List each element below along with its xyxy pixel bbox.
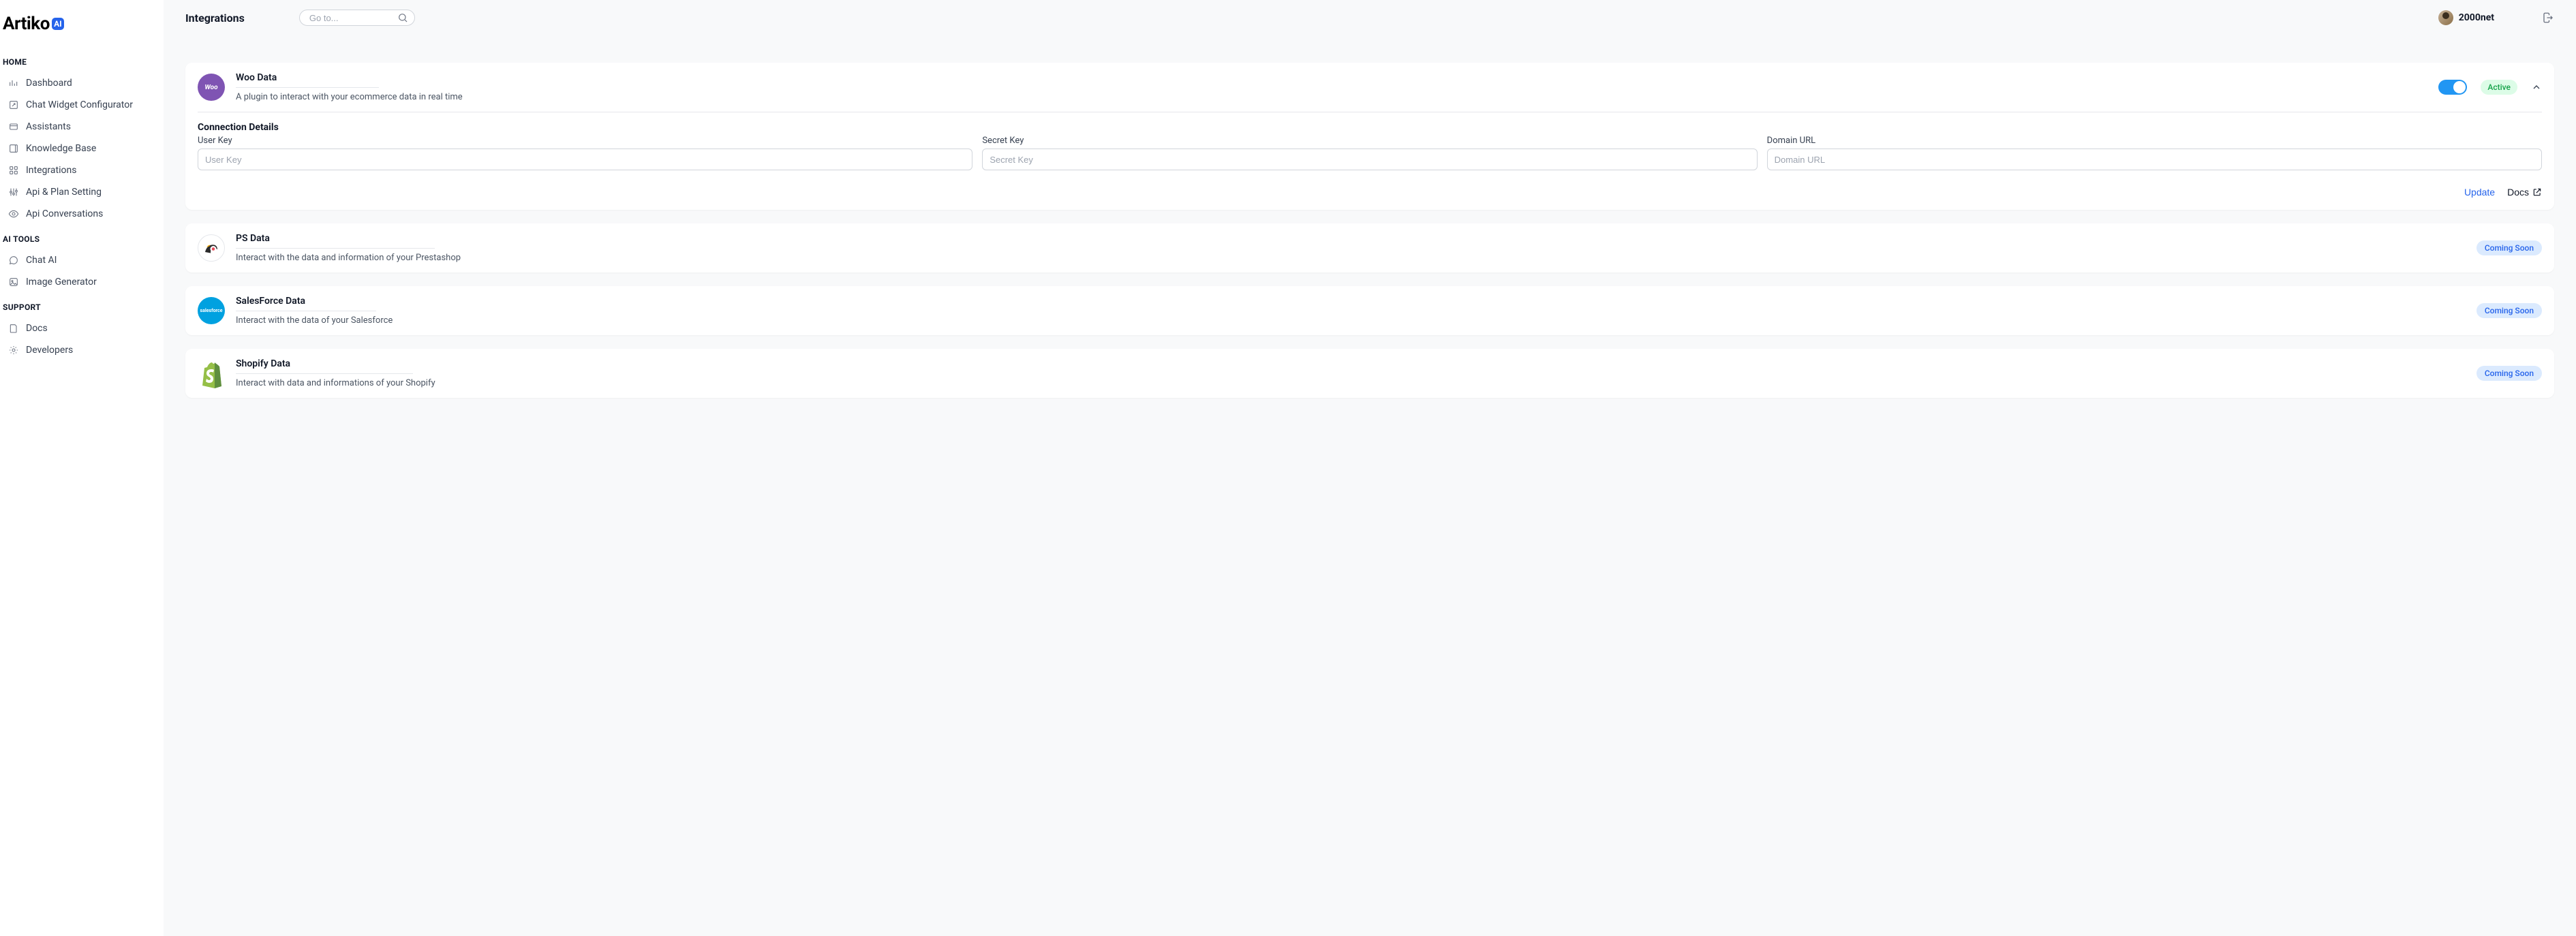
brand-name: Artiko	[3, 14, 50, 34]
chevron-up-icon[interactable]	[2531, 82, 2542, 93]
sidebar-item-integrations[interactable]: Integrations	[0, 159, 164, 181]
sidebar-item-image-generator[interactable]: Image Generator	[0, 271, 164, 293]
sidebar-item-label: Chat AI	[26, 255, 57, 266]
title-divider	[236, 373, 413, 374]
sidebar-item-api-plan[interactable]: Api & Plan Setting	[0, 181, 164, 203]
sidebar-item-developers[interactable]: Developers	[0, 339, 164, 361]
sidebar-item-chat-widget[interactable]: Chat Widget Configurator	[0, 94, 164, 116]
nav-section-home-title: HOME	[0, 48, 164, 72]
sidebar-item-label: Api & Plan Setting	[26, 187, 102, 198]
domain-url-label: Domain URL	[1767, 136, 2542, 146]
docs-button[interactable]: Docs	[2507, 187, 2542, 198]
user-key-input[interactable]	[198, 149, 972, 170]
grid-icon	[8, 165, 19, 176]
sidebar-item-label: Image Generator	[26, 277, 97, 287]
status-badge-coming-soon: Coming Soon	[2477, 303, 2542, 318]
sidebar-item-label: Dashboard	[26, 78, 72, 89]
gear-icon	[8, 345, 19, 356]
sidebar-item-label: Knowledge Base	[26, 143, 96, 154]
shopify-logo-icon	[198, 358, 225, 388]
status-badge-active: Active	[2481, 80, 2517, 95]
integration-title: Woo Data	[236, 72, 379, 87]
prestashop-logo-icon	[198, 234, 225, 262]
topbar: Integrations 2000net	[164, 0, 2576, 35]
search-icon	[397, 12, 408, 23]
integration-desc: Interact with the data of your Salesforc…	[236, 315, 2466, 326]
integration-card-shopify: Shopify Data Interact with data and info…	[185, 349, 2554, 398]
card-icon	[8, 121, 19, 132]
sidebar-item-label: Integrations	[26, 165, 76, 176]
nav-section-aitools-title: AI TOOLS	[0, 225, 164, 249]
chat-icon	[8, 255, 19, 266]
secret-key-input[interactable]	[982, 149, 1757, 170]
external-link-icon	[2532, 187, 2542, 197]
image-icon	[8, 277, 19, 287]
integration-desc: A plugin to interact with your ecommerce…	[236, 92, 2427, 102]
sidebar-item-label: Assistants	[26, 121, 71, 132]
sidebar-item-dashboard[interactable]: Dashboard	[0, 72, 164, 94]
update-button[interactable]: Update	[2464, 187, 2495, 198]
active-toggle[interactable]	[2438, 80, 2467, 95]
brand-logo[interactable]: Artiko AI	[0, 14, 164, 48]
sidebar-item-label: Api Conversations	[26, 208, 103, 219]
sidebar-item-chat-ai[interactable]: Chat AI	[0, 249, 164, 271]
sidebar-item-label: Developers	[26, 345, 73, 356]
dashboard-icon	[8, 78, 19, 89]
title-divider	[236, 87, 379, 88]
user-key-label: User Key	[198, 136, 972, 146]
edit-square-icon	[8, 99, 19, 110]
integration-desc: Interact with data and informations of y…	[236, 378, 2466, 388]
integration-card-salesforce: salesforce SalesForce Data Interact with…	[185, 286, 2554, 335]
integration-title: Shopify Data	[236, 358, 413, 373]
brand-badge: AI	[52, 18, 64, 30]
sidebar-item-label: Chat Widget Configurator	[26, 99, 133, 110]
page-title: Integrations	[185, 12, 245, 25]
search-wrap	[299, 10, 415, 26]
book-icon	[8, 143, 19, 154]
domain-url-input[interactable]	[1767, 149, 2542, 170]
nav-section-support-title: SUPPORT	[0, 293, 164, 317]
avatar	[2438, 10, 2453, 25]
sidebar-item-docs[interactable]: Docs	[0, 317, 164, 339]
docs-icon	[8, 323, 19, 334]
connection-details-title: Connection Details	[198, 122, 2542, 133]
integration-card-woo: Woo Woo Data A plugin to interact with y…	[185, 63, 2554, 210]
user-chip[interactable]: 2000net	[2438, 10, 2494, 25]
woo-logo-icon: Woo	[198, 74, 225, 101]
integration-card-ps: PS Data Interact with the data and infor…	[185, 223, 2554, 272]
integration-title: SalesForce Data	[236, 296, 376, 311]
logout-icon[interactable]	[2542, 12, 2554, 24]
salesforce-logo-icon: salesforce	[198, 297, 225, 324]
eye-icon	[8, 208, 19, 219]
status-badge-coming-soon: Coming Soon	[2477, 240, 2542, 255]
sidebar-item-api-conversations[interactable]: Api Conversations	[0, 203, 164, 225]
toggle-knob	[2453, 81, 2466, 93]
title-divider	[236, 248, 435, 249]
integration-title: PS Data	[236, 233, 435, 248]
integration-desc: Interact with the data and information o…	[236, 253, 2466, 263]
sidebar-item-knowledge-base[interactable]: Knowledge Base	[0, 138, 164, 159]
sidebar: Artiko AI HOME Dashboard Chat Widget Con…	[0, 0, 164, 936]
user-name: 2000net	[2459, 12, 2494, 23]
sliders-icon	[8, 187, 19, 198]
sidebar-item-label: Docs	[26, 323, 48, 334]
status-badge-coming-soon: Coming Soon	[2477, 366, 2542, 381]
secret-key-label: Secret Key	[982, 136, 1757, 146]
sidebar-item-assistants[interactable]: Assistants	[0, 116, 164, 138]
